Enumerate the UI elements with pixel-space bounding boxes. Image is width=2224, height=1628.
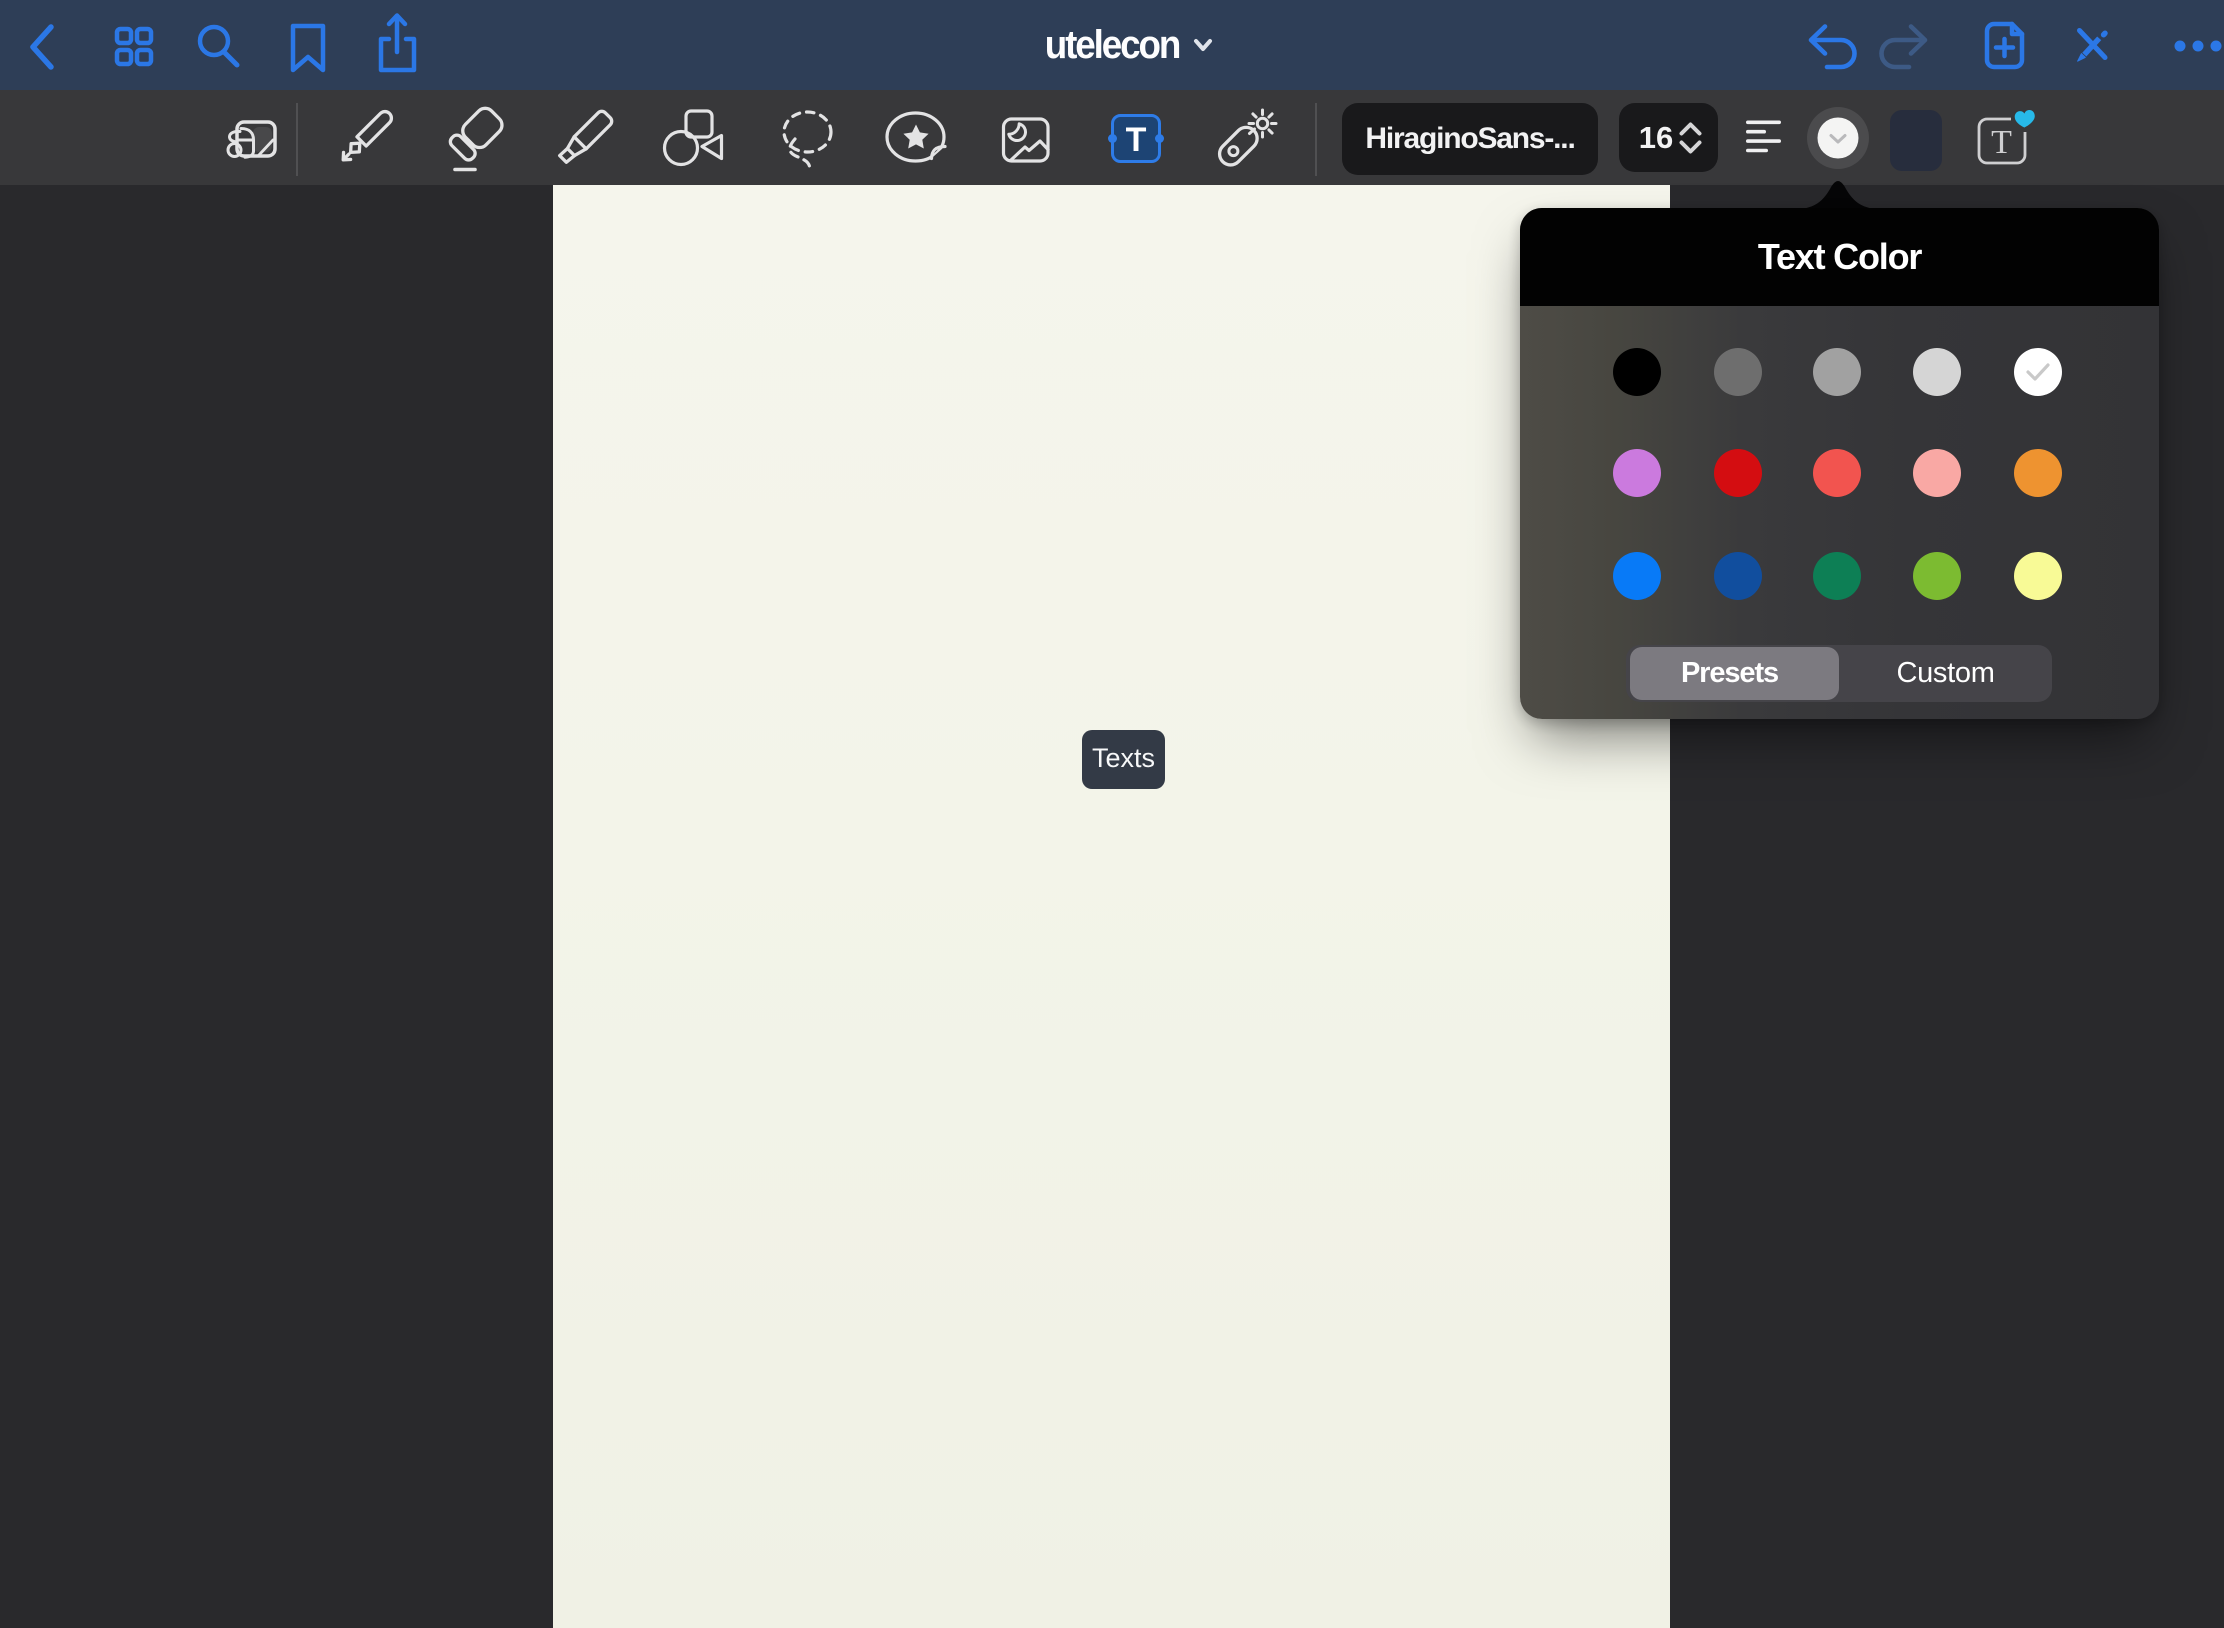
svg-text:T: T — [1991, 124, 2012, 161]
svg-text:T: T — [1126, 121, 1147, 159]
